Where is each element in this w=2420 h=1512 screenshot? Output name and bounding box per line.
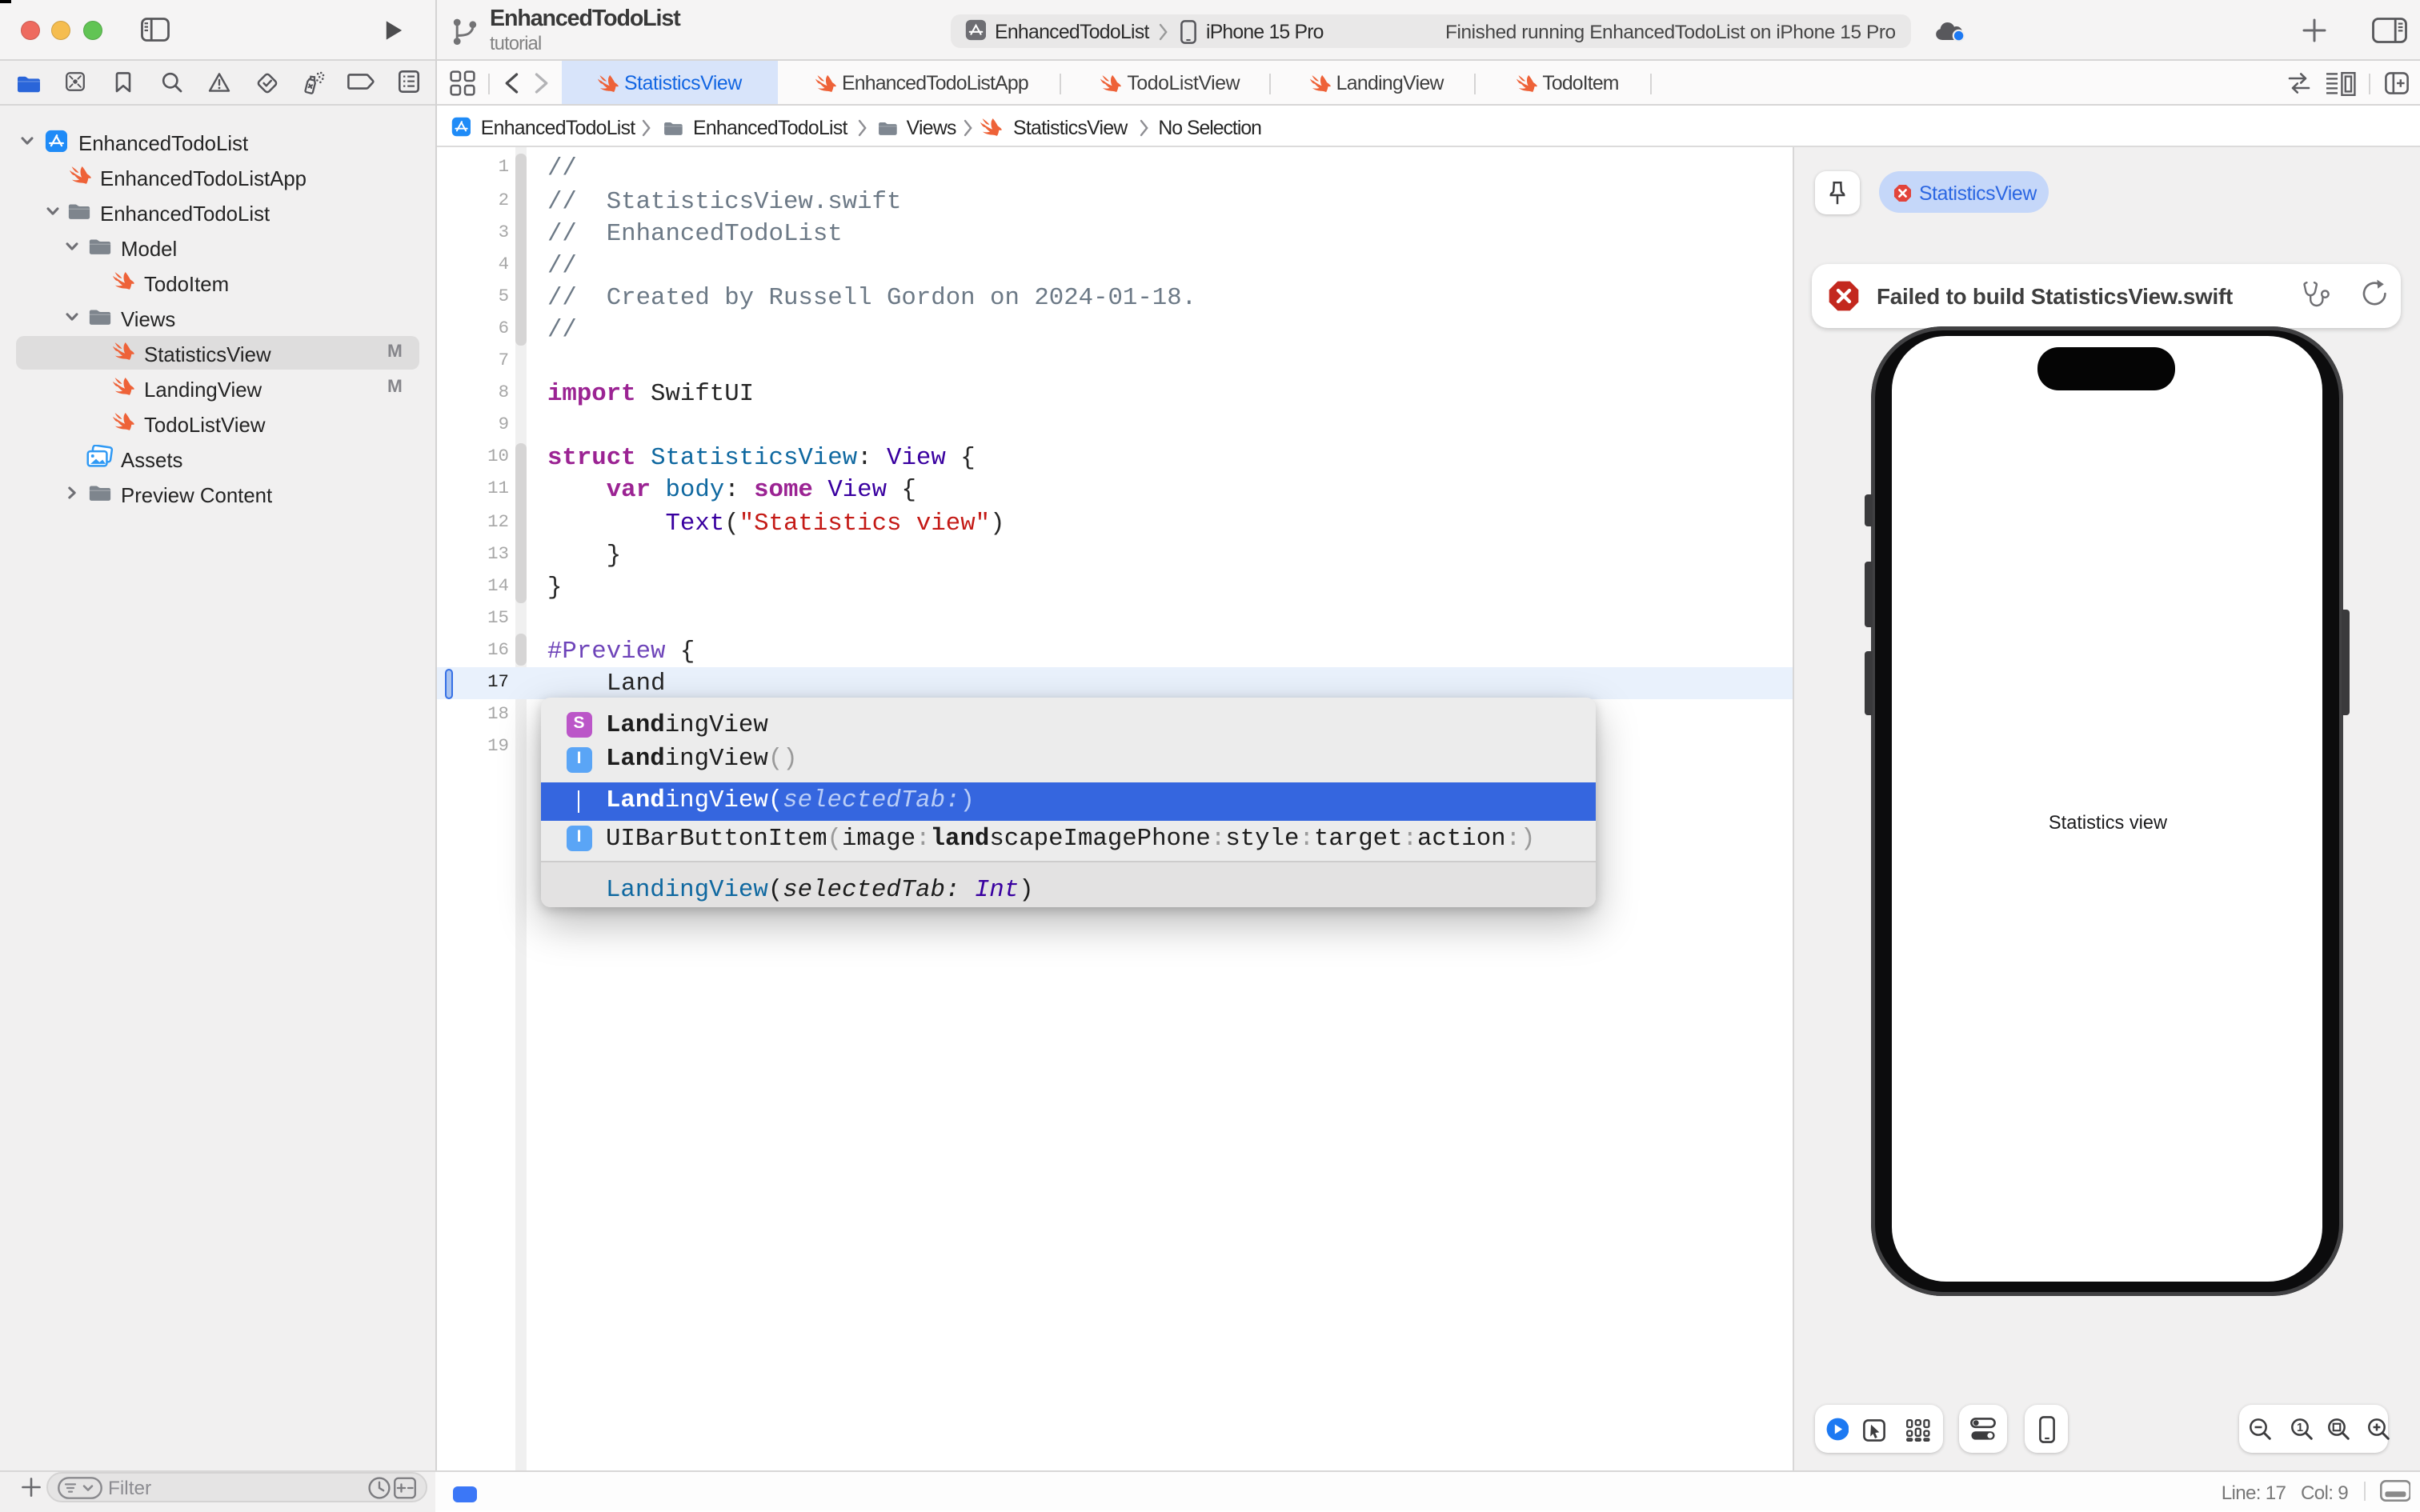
svg-text:1: 1: [2296, 1422, 2302, 1434]
